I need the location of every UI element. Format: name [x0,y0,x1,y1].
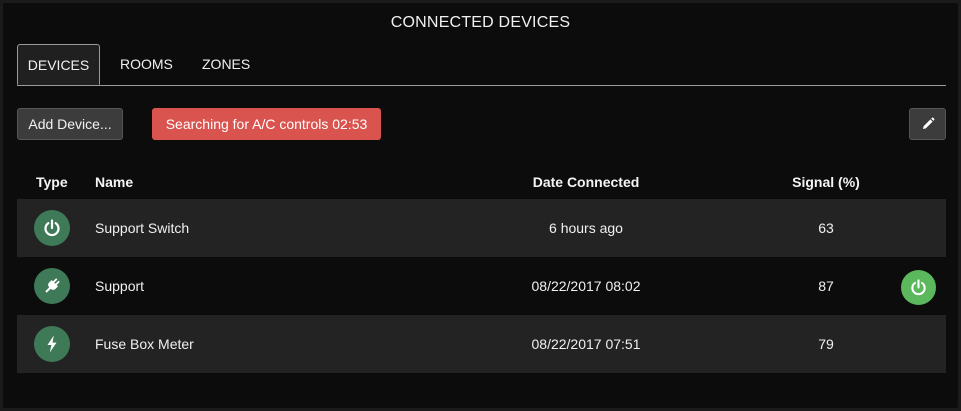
date-connected: 08/22/2017 08:02 [531,278,641,294]
column-header-signal: Signal (%) [792,174,860,190]
device-name: Support Switch [95,220,190,236]
device-name: Support [95,278,145,294]
signal-value: 79 [818,336,834,352]
device-name: Fuse Box Meter [95,336,194,352]
page-title: CONNECTED DEVICES [390,14,571,31]
table-row[interactable]: Support 08/22/2017 08:02 87 [17,257,946,315]
tab-zones[interactable]: ZONES [202,44,250,84]
edit-button[interactable] [909,108,946,140]
add-device-button[interactable]: Add Device... [17,108,123,140]
tab-bar: DEVICES ROOMS ZONES [17,44,946,86]
power-icon [34,210,70,246]
plug-icon [34,268,70,304]
tab-rooms[interactable]: ROOMS [120,44,173,84]
table-row[interactable]: Support Switch 6 hours ago 63 [17,199,946,257]
lightning-icon [34,326,70,362]
column-header-date-connected: Date Connected [532,174,640,190]
column-header-name: Name [95,174,134,190]
power-icon [911,279,926,296]
column-header-type: Type [36,174,68,190]
search-status-badge: Searching for A/C controls 02:53 [152,108,381,140]
connected-devices-panel: CONNECTED DEVICES DEVICES ROOMS ZONES Ad… [3,3,958,408]
table-row[interactable]: Fuse Box Meter 08/22/2017 07:51 79 [17,315,946,373]
tab-devices[interactable]: DEVICES [17,44,100,85]
signal-value: 87 [818,278,834,294]
signal-value: 63 [818,220,834,236]
date-connected: 08/22/2017 07:51 [531,336,641,352]
pencil-icon [923,117,935,129]
date-connected: 6 hours ago [549,220,623,236]
power-toggle-button[interactable] [901,270,936,305]
